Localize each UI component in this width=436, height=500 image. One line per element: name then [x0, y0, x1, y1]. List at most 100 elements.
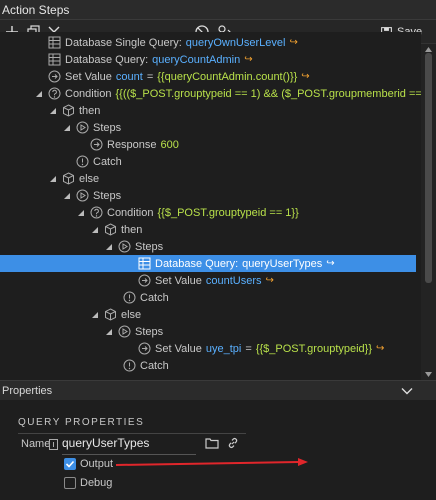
debug-label: Debug	[80, 477, 113, 489]
collapse-triangle-icon[interactable]	[48, 174, 58, 184]
action-steps-tree: Database Single Query: queryOwnUserLevel…	[0, 32, 421, 380]
set-value-icon	[48, 70, 61, 83]
tree-row-else[interactable]: else	[0, 306, 416, 323]
step-type: Steps	[93, 189, 122, 202]
equals-sign: =	[146, 70, 154, 83]
link-icon: ↪	[301, 71, 310, 82]
scroll-up-icon[interactable]	[424, 46, 433, 53]
step-type: then	[121, 223, 143, 236]
response-icon	[90, 138, 103, 151]
properties-header[interactable]: Properties	[0, 380, 436, 400]
play-icon	[118, 325, 131, 338]
collapse-triangle-icon[interactable]	[104, 242, 114, 252]
link-chain-icon[interactable]	[227, 437, 239, 449]
step-expression: {{$_POST.grouptypeid}}	[255, 342, 373, 355]
tree-row-catch[interactable]: Catch	[0, 153, 416, 170]
question-icon	[48, 87, 61, 100]
step-type: Set Value	[155, 342, 202, 355]
output-checkbox[interactable]	[64, 458, 76, 470]
tree-row-db-query-user-types[interactable]: Database Query: queryUserTypes ↪	[0, 255, 416, 272]
step-value: queryUserTypes	[242, 257, 323, 270]
tree-row-steps[interactable]: Steps	[0, 323, 416, 340]
tree-row-then[interactable]: then	[0, 221, 416, 238]
table-icon	[48, 53, 61, 66]
step-type: Set Value	[65, 70, 112, 83]
step-type: Catch	[140, 359, 169, 372]
scroll-down-icon[interactable]	[424, 371, 433, 378]
step-type: else	[79, 172, 100, 185]
tree-row-else[interactable]: else	[0, 170, 416, 187]
link-icon: ↪	[265, 275, 274, 286]
tree-row-then[interactable]: then	[0, 102, 416, 119]
tree-scrollbar-thumb[interactable]	[425, 53, 432, 283]
tree-row-catch[interactable]: Catch	[0, 289, 416, 306]
step-type: Database Single Query:	[65, 36, 182, 49]
debug-checkbox[interactable]	[64, 477, 76, 489]
tree-row-db-query-count[interactable]: Database Query: queryCountAdmin ↪	[0, 51, 416, 68]
tree-row-response[interactable]: Response 600	[0, 136, 416, 153]
alert-icon	[123, 359, 136, 372]
step-value: countUsers	[205, 274, 262, 287]
tree-row-steps[interactable]: Steps	[0, 119, 416, 136]
play-icon	[76, 189, 89, 202]
tree-row-set-value-count-users[interactable]: Set Value countUsers ↪	[0, 272, 416, 289]
step-type: Database Query:	[65, 53, 149, 66]
collapse-triangle-icon[interactable]	[34, 89, 44, 99]
tree-row-steps[interactable]: Steps	[0, 187, 416, 204]
step-type: Set Value	[155, 274, 202, 287]
name-field[interactable]: queryUserTypes	[62, 433, 196, 455]
collapse-triangle-icon[interactable]	[62, 191, 72, 201]
alert-icon	[123, 291, 136, 304]
section-title: QUERY PROPERTIES	[18, 417, 145, 428]
tree-row-set-value-count[interactable]: Set Value count = {{queryCountAdmin.coun…	[0, 68, 416, 85]
panel-title: Action Steps	[2, 3, 70, 17]
step-value: uye_tpi	[205, 342, 242, 355]
step-type: Steps	[135, 325, 164, 338]
folder-icon[interactable]	[205, 437, 219, 449]
collapse-triangle-icon[interactable]	[104, 327, 114, 337]
collapse-triangle-icon[interactable]	[48, 106, 58, 116]
tree-row-db-single-query[interactable]: Database Single Query: queryOwnUserLevel…	[0, 34, 416, 51]
tree-row-condition-1[interactable]: Condition {{(($_POST.grouptypeid == 1) &…	[0, 85, 421, 102]
table-icon	[138, 257, 151, 270]
step-value: queryOwnUserLevel	[185, 36, 286, 49]
step-type: Condition	[65, 87, 112, 100]
link-icon: ↪	[376, 343, 385, 354]
alert-icon	[76, 155, 89, 168]
step-expression: {{$_POST.grouptypeid == 1}}	[157, 206, 299, 219]
play-icon	[118, 240, 131, 253]
cube-icon	[105, 223, 116, 236]
step-value: count	[115, 70, 143, 83]
cube-icon	[105, 308, 116, 321]
question-icon	[90, 206, 103, 219]
tree-row-set-value-uye-tpi[interactable]: Set Value uye_tpi = {{$_POST.grouptypeid…	[0, 340, 416, 357]
step-type: Catch	[140, 291, 169, 304]
name-label: Name	[21, 438, 51, 450]
tree-row-steps[interactable]: Steps	[0, 238, 416, 255]
collapse-triangle-icon[interactable]	[90, 310, 100, 320]
text-field-icon	[49, 439, 58, 450]
collapse-triangle-icon[interactable]	[76, 208, 86, 218]
tree-row-catch[interactable]: Catch	[0, 357, 416, 374]
set-value-icon	[138, 342, 151, 355]
link-icon: ↪	[326, 258, 335, 269]
chevron-down-icon[interactable]	[401, 386, 413, 396]
collapse-triangle-icon[interactable]	[90, 225, 100, 235]
step-type: Condition	[107, 206, 154, 219]
link-icon: ↪	[244, 54, 253, 65]
play-icon	[76, 121, 89, 134]
step-type: Steps	[135, 240, 164, 253]
tree-row-condition-2[interactable]: Condition {{$_POST.grouptypeid == 1}}	[0, 204, 416, 221]
step-type: Steps	[93, 121, 122, 134]
step-value: queryCountAdmin	[152, 53, 241, 66]
output-label: Output	[80, 458, 114, 470]
check-icon	[65, 460, 75, 468]
step-expression: {{(($_POST.grouptypeid == 1) && ($_POST.…	[115, 87, 421, 100]
set-value-icon	[138, 274, 151, 287]
collapse-triangle-icon[interactable]	[62, 123, 72, 133]
properties-title: Properties	[2, 385, 53, 397]
link-icon: ↪	[289, 37, 298, 48]
step-value: 600	[160, 138, 179, 151]
step-type: Database Query:	[155, 257, 239, 270]
table-icon	[48, 36, 61, 49]
